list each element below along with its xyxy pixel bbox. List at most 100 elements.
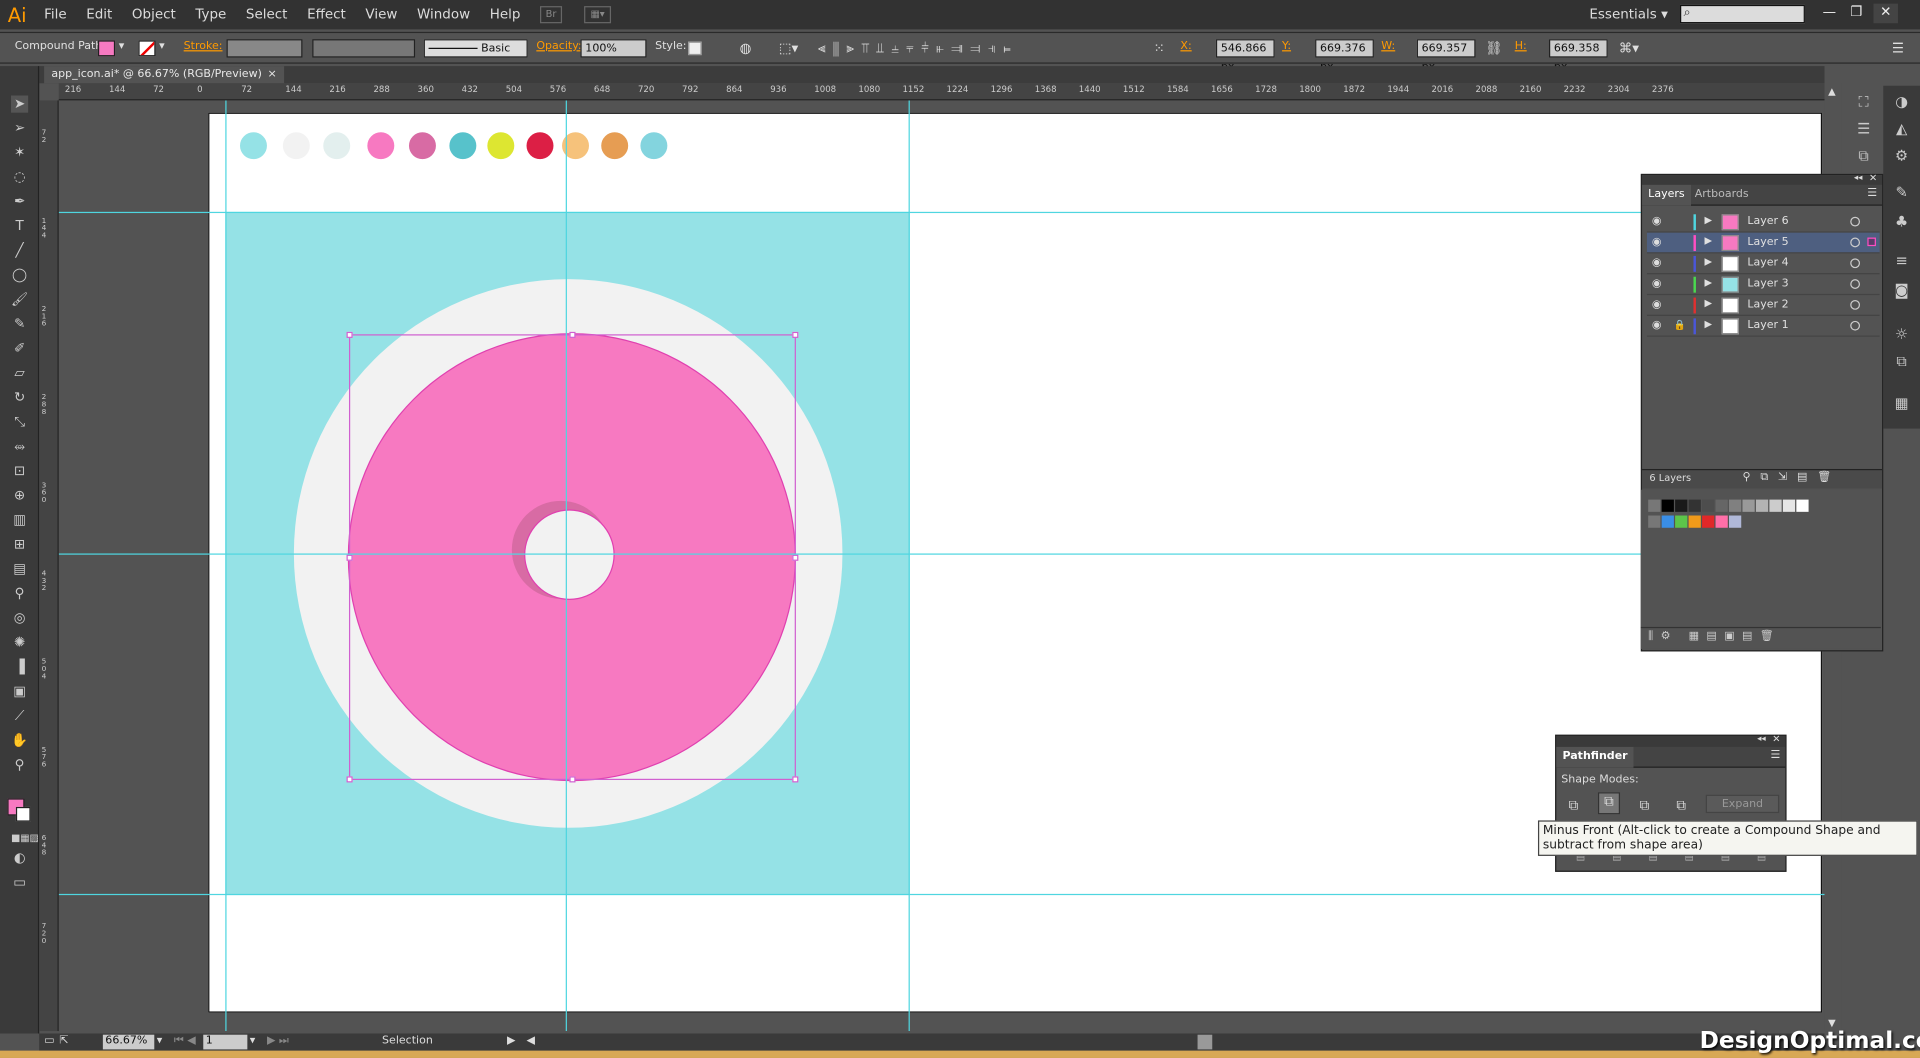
guide-vertical[interactable] xyxy=(565,100,567,1032)
close-panel-icon[interactable]: ✕ xyxy=(1869,173,1877,184)
x-label[interactable]: X: xyxy=(1180,40,1191,52)
canvas-area[interactable] xyxy=(58,100,1825,1032)
blob-brush-tool-icon[interactable]: ✐ xyxy=(11,340,28,357)
layer-row[interactable]: ◉ ▶ Layer 2 xyxy=(1646,295,1880,316)
restore-button[interactable]: ❐ xyxy=(1844,4,1868,24)
palette-circle[interactable] xyxy=(408,132,436,160)
menu-edit[interactable]: Edit xyxy=(76,0,122,29)
arrange-documents-icon[interactable]: ▦▾ xyxy=(584,6,612,24)
swatch[interactable] xyxy=(1728,515,1742,528)
minus-front-button[interactable]: ⧉ xyxy=(1597,792,1621,815)
y-field[interactable]: 669.376 px xyxy=(1315,39,1374,73)
artboard-tool-icon[interactable]: ▣ xyxy=(11,683,28,700)
handle-tr[interactable] xyxy=(792,331,799,338)
ellipse-tool-icon[interactable]: ◯ xyxy=(11,267,28,284)
swatch[interactable] xyxy=(1715,499,1728,512)
draw-mode-icon[interactable]: ◐ xyxy=(11,850,28,867)
x-field[interactable]: 546.866 px xyxy=(1215,39,1275,73)
eraser-tool-icon[interactable]: ▱ xyxy=(11,365,28,382)
stroke-dropdown-icon[interactable]: ▾ xyxy=(159,40,165,52)
type-tool-icon[interactable]: T xyxy=(11,218,28,235)
scroll-up-icon[interactable]: ▲ xyxy=(1828,86,1836,97)
swatch[interactable] xyxy=(1675,515,1688,528)
expand-triangle-icon[interactable]: ▶ xyxy=(1705,256,1713,267)
blend-tool-icon[interactable]: ◎ xyxy=(11,610,28,627)
visibility-eye-icon[interactable]: ◉ xyxy=(1652,257,1662,269)
visibility-eye-icon[interactable]: ◉ xyxy=(1652,320,1662,332)
graphic-styles-icon[interactable]: ⧉ xyxy=(1892,353,1912,370)
collapse-panel-icon[interactable]: ◂◂ xyxy=(1854,173,1863,183)
align-buttons[interactable]: ⫷⫼⫸⫪⫫⫨⫧⫩⫦⫥⫤⫣⫢ xyxy=(818,40,1018,57)
swatch-folder-icon[interactable] xyxy=(1648,515,1661,528)
artboard-dropdown-icon[interactable]: ▾ xyxy=(250,1035,256,1047)
transform-panel-icon[interactable]: ⛶ xyxy=(1854,93,1874,110)
shape-builder-tool-icon[interactable]: ⊕ xyxy=(11,487,28,504)
menu-window[interactable]: Window xyxy=(407,0,480,29)
visibility-eye-icon[interactable]: ◉ xyxy=(1652,278,1662,290)
color-mode-icons[interactable]: ■▦▨ xyxy=(11,830,39,847)
layer-row[interactable]: ◉ ▶ Layer 4 xyxy=(1646,253,1880,275)
expand-triangle-icon[interactable]: ▶ xyxy=(1705,235,1713,246)
handle-tc[interactable] xyxy=(569,331,576,338)
color-guide-icon[interactable]: ◭ xyxy=(1892,120,1912,137)
layer-row[interactable]: ◉ ▶ Layer 6 xyxy=(1646,212,1880,233)
swatch[interactable] xyxy=(1755,499,1769,512)
swatch-folder-icon[interactable] xyxy=(1648,499,1661,512)
brush-definition[interactable]: Basic xyxy=(423,39,528,58)
exclude-button[interactable]: ⧉ xyxy=(1676,797,1686,814)
target-circle-icon[interactable] xyxy=(1850,237,1861,248)
lock-icon[interactable]: 🔒 xyxy=(1674,320,1686,331)
menu-object[interactable]: Object xyxy=(122,0,185,29)
transform-options-icon[interactable]: ⌘▾ xyxy=(1619,40,1639,56)
transparency-icon[interactable]: ◙ xyxy=(1892,282,1912,299)
palette-circle[interactable] xyxy=(601,132,629,160)
handle-mr[interactable] xyxy=(792,554,799,561)
free-transform-tool-icon[interactable]: ⊡ xyxy=(11,463,28,480)
brushes-icon[interactable]: ✎ xyxy=(1892,184,1912,201)
palette-circle[interactable] xyxy=(367,132,395,160)
panel-menu-icon[interactable]: ☰ xyxy=(1867,187,1877,199)
expand-triangle-icon[interactable]: ▶ xyxy=(1705,214,1713,225)
fill-dropdown-icon[interactable]: ▾ xyxy=(119,40,125,52)
align-panel-icon[interactable]: ☰ xyxy=(1854,120,1874,137)
handle-bc[interactable] xyxy=(569,776,576,783)
swatch-actions[interactable]: ⫼⚙ ▦▤▣▤🗑 xyxy=(1640,626,1881,647)
tab-layers[interactable]: Layers xyxy=(1642,184,1691,206)
guide-vertical[interactable] xyxy=(225,100,227,1032)
panel-menu-icon[interactable]: ☰ xyxy=(1771,749,1781,761)
unite-button[interactable]: ⧉ xyxy=(1569,797,1579,814)
swatch[interactable] xyxy=(1675,499,1688,512)
search-help-input[interactable]: ⌕ xyxy=(1680,4,1805,24)
swatch[interactable] xyxy=(1688,515,1701,528)
target-circle-icon[interactable] xyxy=(1850,258,1861,269)
symbol-sprayer-tool-icon[interactable]: ✺ xyxy=(11,634,28,651)
visibility-eye-icon[interactable]: ◉ xyxy=(1652,299,1662,311)
zoom-dropdown-icon[interactable]: ▾ xyxy=(157,1035,163,1047)
palette-circle[interactable] xyxy=(640,132,668,160)
stroke-color-box[interactable] xyxy=(15,806,31,822)
y-label[interactable]: Y: xyxy=(1282,40,1291,52)
swatch[interactable] xyxy=(1661,499,1674,512)
screen-mode-icon[interactable]: ▭ xyxy=(11,874,28,891)
visibility-eye-icon[interactable]: ◉ xyxy=(1652,216,1662,228)
guide-horizontal[interactable] xyxy=(58,893,1825,896)
swatch[interactable] xyxy=(1715,515,1728,528)
target-circle-icon[interactable] xyxy=(1850,216,1861,227)
close-panel-icon[interactable]: ✕ xyxy=(1772,733,1780,744)
recolor-artwork-icon[interactable]: ◍ xyxy=(740,40,752,56)
layer-row[interactable]: ◉ 🔒 ▶ Layer 1 xyxy=(1646,316,1880,337)
direct-selection-tool-icon[interactable]: ➢ xyxy=(11,120,28,137)
palette-circle[interactable] xyxy=(282,132,310,160)
document-tab[interactable]: app_icon.ai* @ 66.67% (RGB/Preview) × xyxy=(44,66,285,84)
swatch[interactable] xyxy=(1661,515,1674,528)
prev-artboard-icons[interactable]: ⏮ ◀ xyxy=(174,1035,196,1047)
height-label[interactable]: H: xyxy=(1515,40,1527,52)
perspective-grid-tool-icon[interactable]: ▥ xyxy=(11,512,28,529)
vertical-ruler[interactable]: 72 144 216 288 360 432 504 576 648 720 xyxy=(39,100,59,1032)
scroll-left-icon[interactable]: ◀ xyxy=(527,1035,535,1047)
menu-help[interactable]: Help xyxy=(480,0,530,29)
symbols-icon[interactable]: ♣ xyxy=(1892,213,1912,230)
width-field[interactable]: 669.357 px xyxy=(1416,39,1476,73)
handle-br[interactable] xyxy=(792,776,799,783)
palette-circle[interactable] xyxy=(526,132,554,160)
